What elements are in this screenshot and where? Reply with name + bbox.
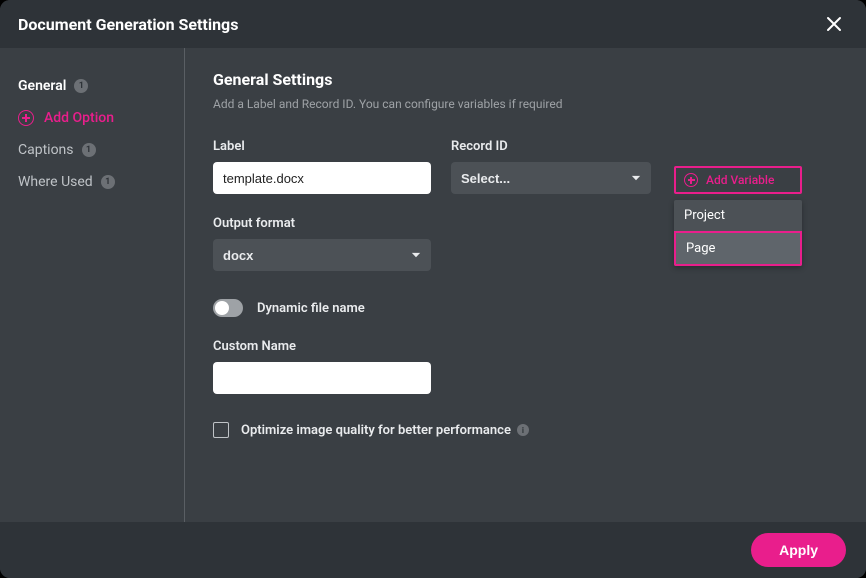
sidebar-item-general[interactable]: General 1 [18, 70, 166, 102]
add-variable-label: Add Variable [706, 173, 774, 187]
label-label: Label [213, 139, 431, 154]
modal-title: Document Generation Settings [18, 15, 238, 34]
apply-button[interactable]: Apply [751, 533, 846, 567]
optimize-label: Optimize image quality for better perfor… [241, 423, 511, 438]
close-icon [826, 16, 842, 32]
modal-header: Document Generation Settings [0, 0, 866, 48]
settings-modal: Document Generation Settings General 1 A… [0, 0, 866, 578]
variable-option-project[interactable]: Project [674, 200, 802, 231]
modal-body: General 1 Add Option Captions 1 Where Us… [0, 48, 866, 522]
modal-footer: Apply [0, 522, 866, 578]
record-id-label: Record ID [451, 139, 651, 154]
row-optimize: Optimize image quality for better perfor… [213, 422, 838, 438]
content-panel: General Settings Add a Label and Record … [185, 48, 866, 522]
info-icon[interactable]: i [517, 424, 529, 436]
label-input[interactable] [213, 162, 431, 194]
sidebar-badge: 1 [82, 143, 96, 157]
dynamic-name-toggle[interactable] [213, 299, 243, 317]
optimize-checkbox[interactable] [213, 422, 229, 438]
sidebar-item-label: Where Used [18, 174, 93, 190]
add-variable-group: Add Variable Project Page [674, 166, 802, 266]
sidebar-item-label: Captions [18, 142, 74, 158]
sidebar: General 1 Add Option Captions 1 Where Us… [0, 48, 185, 522]
custom-name-label: Custom Name [213, 339, 838, 354]
plus-circle-icon [684, 173, 698, 187]
close-button[interactable] [820, 10, 848, 38]
output-format-label: Output format [213, 216, 431, 231]
dynamic-name-label: Dynamic file name [257, 301, 365, 316]
record-id-select[interactable]: Select... [451, 162, 651, 194]
sidebar-badge: 1 [74, 79, 88, 93]
sidebar-badge: 1 [101, 175, 115, 189]
add-variable-menu: Project Page [674, 200, 802, 266]
field-custom-name: Custom Name [213, 339, 838, 394]
add-variable-button[interactable]: Add Variable [674, 166, 802, 194]
sidebar-item-captions[interactable]: Captions 1 [18, 134, 166, 166]
sidebar-item-label: Add Option [44, 110, 114, 126]
field-output-format: Output format docx [213, 216, 431, 271]
section-heading: General Settings [213, 70, 838, 89]
field-record-id: Record ID Select... [451, 139, 651, 194]
sidebar-item-add-option[interactable]: Add Option [18, 102, 166, 134]
variable-option-page[interactable]: Page [674, 231, 802, 266]
plus-circle-icon [18, 110, 34, 126]
output-format-select[interactable]: docx [213, 239, 431, 271]
row-dynamic-name: Dynamic file name [213, 299, 838, 317]
field-label: Label [213, 139, 431, 194]
custom-name-input[interactable] [213, 362, 431, 394]
sidebar-item-where-used[interactable]: Where Used 1 [18, 166, 166, 198]
section-subtitle: Add a Label and Record ID. You can confi… [213, 97, 838, 111]
sidebar-item-label: General [18, 78, 66, 94]
